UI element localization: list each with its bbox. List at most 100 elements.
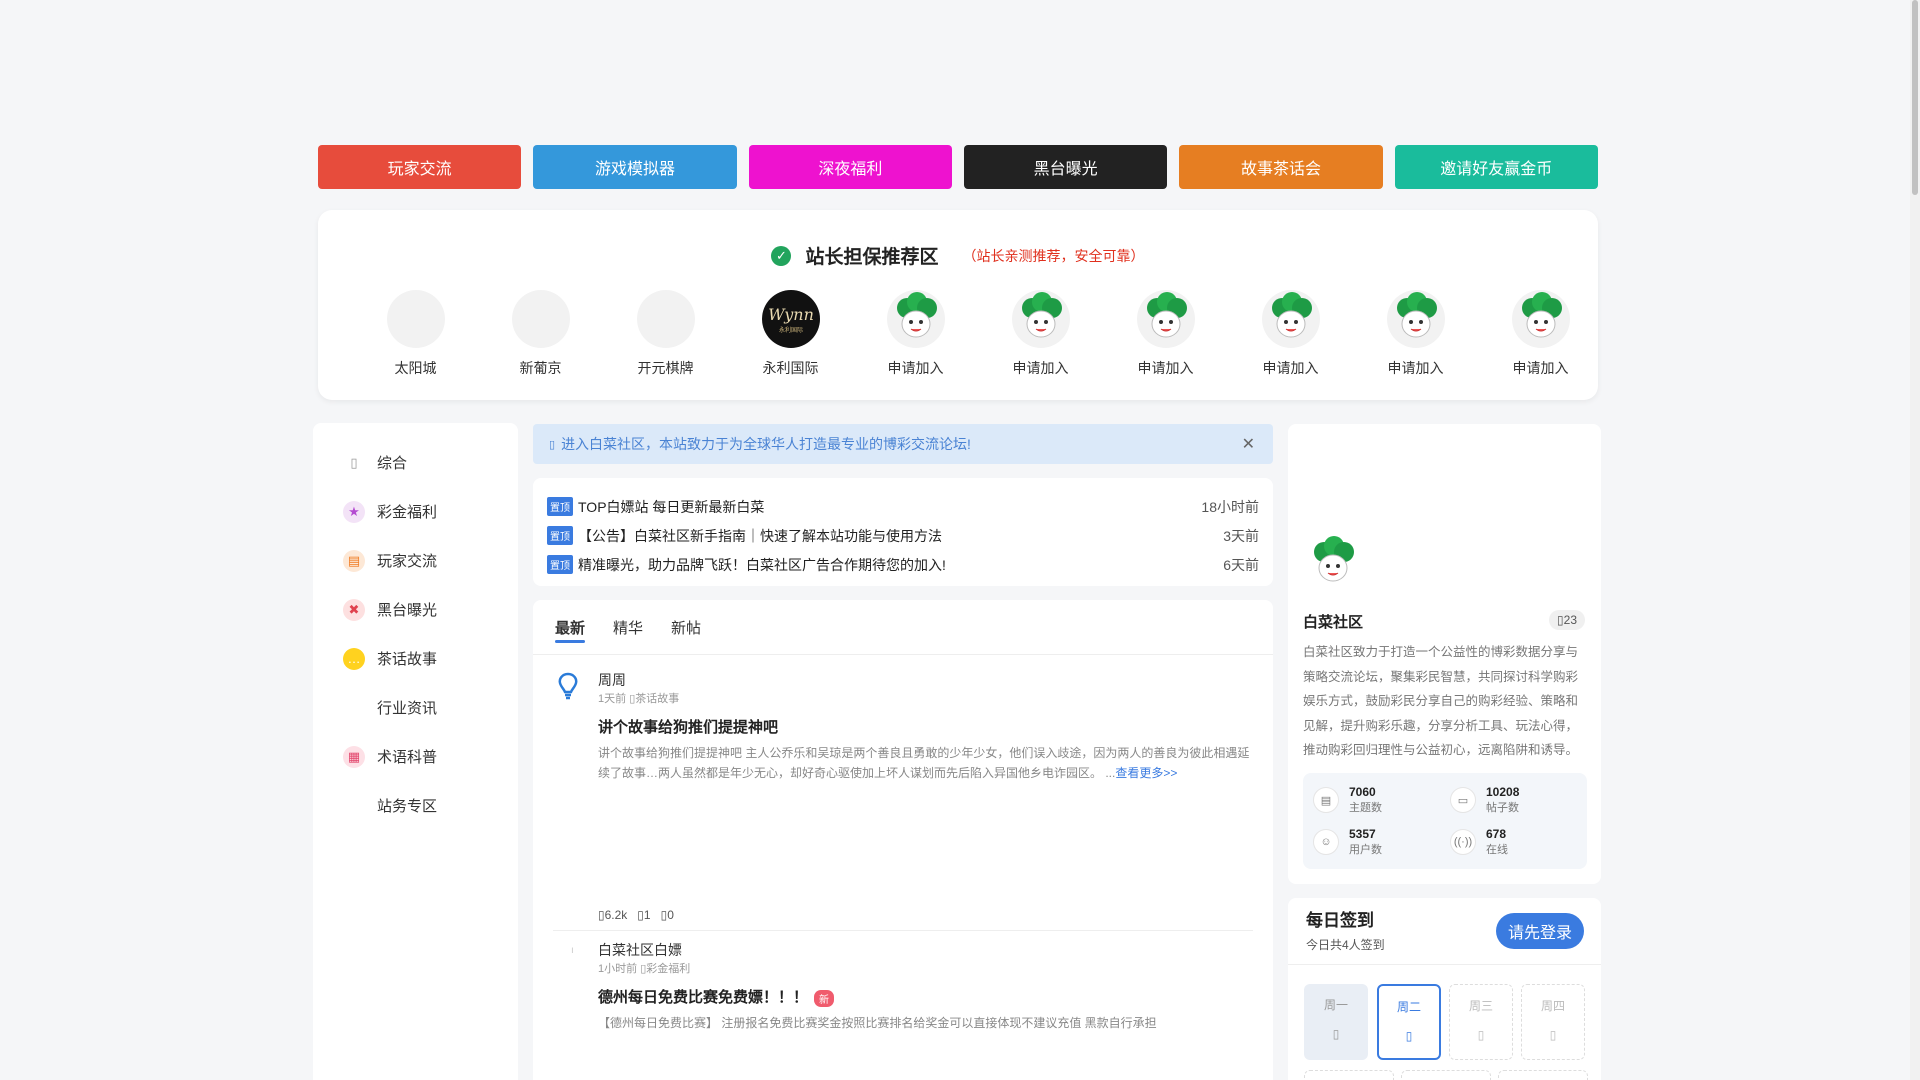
sidebar-item-glossary[interactable]: ▦ 术语科普 (313, 732, 518, 781)
document-icon: ▤ (1313, 787, 1339, 813)
announcement-text: 进入白菜社区，本站致力于为全球华人打造最专业的博彩交流论坛! (561, 436, 971, 452)
day-status-icon: ▯ (1405, 1029, 1413, 1043)
sidebar-item-site-affairs[interactable]: 站务专区 (313, 781, 518, 830)
top-category-nav: 玩家交流 游戏模拟器 深夜福利 黑台曝光 故事茶话会 邀请好友赢金币 (318, 145, 1598, 189)
partner-apply-item[interactable]: 申请加入 (1478, 290, 1603, 378)
signal-icon: ((·)) (1450, 829, 1476, 855)
post-title[interactable]: 讲个故事给狗推们提提神吧 (598, 716, 778, 737)
day-status-icon: ▯ (1549, 1028, 1557, 1042)
post-excerpt: 【德州每日免费比赛】 注册报名免费比赛奖金按照比赛排名给奖金可以直接体现不建议充… (598, 1016, 1157, 1030)
sidebar-item-label: 彩金福利 (377, 504, 438, 521)
likes-value: 0 (667, 908, 674, 922)
stat-online: ((·)) 678 在线 (1450, 825, 1580, 859)
replies-count: ▯1 (637, 908, 650, 922)
guarantee-header: ✓ 站长担保推荐区 （站长亲测推荐，安全可靠） (318, 242, 1598, 269)
partner-item[interactable]: Wynn 永利国际 永利国际 (728, 290, 853, 378)
replies-value: 1 (643, 908, 651, 922)
partner-apply-item[interactable]: 申请加入 (853, 290, 978, 378)
post-author[interactable]: 周周 (598, 670, 626, 690)
author-avatar[interactable]: ı (553, 940, 583, 970)
tab-featured[interactable]: 精华 (613, 617, 643, 638)
partner-apply-item[interactable]: 申请加入 (1228, 290, 1353, 378)
sidebar-item-tea-stories[interactable]: … 茶话故事 (313, 634, 518, 683)
nav-button-player-exchange[interactable]: 玩家交流 (318, 145, 522, 189)
daily-signin-card: 每日签到 今日共4人签到 请先登录 周一 ▯ 周二 ▯ 周三 ▯ 周四 ▯ (1288, 898, 1601, 1080)
sidebar-item-label: 站务专区 (377, 798, 438, 815)
star-icon: ★ (343, 500, 365, 523)
check-circle-icon: ✓ (771, 245, 792, 266)
community-stats: ▤ 7060 主题数 ▭ 10208 帖子数 ☺ 5357 用户数 ((·)) 678 在线 (1303, 773, 1587, 869)
post-title[interactable]: 德州每日免费比赛免费嫖！！！ 新 (598, 986, 835, 1007)
category-sidebar: ▯ 综合 ★ 彩金福利 ▤ 玩家交流 ✖ 黑台曝光 … 茶话故事 行业资讯 ▦ 术语科普 站… (313, 423, 518, 1080)
sidebar-item-bonus[interactable]: ★ 彩金福利 (313, 487, 518, 536)
post-item[interactable]: ı 白菜社区白嫖 1小时前 ▯彩金福利 德州每日免费比赛免费嫖！！！ 新 【德州每… (553, 940, 1253, 1060)
community-name: 白菜社区 (1303, 614, 1364, 631)
signin-day[interactable]: 周四 ▯ (1521, 984, 1585, 1060)
partner-logo (636, 290, 695, 348)
pinned-time: 6天前 (1223, 556, 1259, 573)
post-time: 1小时前 (598, 963, 638, 975)
sidebar-item-industry-news[interactable]: 行业资讯 (313, 683, 518, 732)
nav-button-story-tea-party[interactable]: 故事茶话会 (1179, 145, 1383, 189)
pinned-title[interactable]: 【公告】白菜社区新手指南｜快速了解本站功能与使用方法 (578, 526, 1223, 546)
eye-icon: ▯ (598, 908, 605, 922)
stat-label: 在线 (1486, 844, 1508, 856)
community-count-badge: ▯23 (1549, 610, 1585, 630)
post-author[interactable]: 白菜社区白嫖 (598, 940, 682, 960)
sidebar-item-all[interactable]: ▯ 综合 (313, 438, 518, 487)
signin-day[interactable]: 周一 ▯ (1304, 984, 1368, 1060)
partner-item[interactable]: 新葡京 (478, 290, 603, 378)
nav-button-late-night-benefits[interactable]: 深夜福利 (748, 145, 952, 189)
comment-icon: ▭ (1450, 787, 1476, 813)
post-excerpt: 讲个故事给狗推们提提神吧 主人公乔乐和吴琼是两个善良且勇敢的少年少女，他们误入歧… (598, 743, 1253, 783)
sidebar-item-label: 玩家交流 (377, 553, 438, 570)
stat-label: 主题数 (1349, 802, 1382, 814)
post-category[interactable]: 茶话故事 (635, 693, 679, 705)
tab-latest[interactable]: 最新 (555, 617, 586, 643)
tab-new-posts[interactable]: 新帖 (671, 617, 701, 638)
grid-icon: ▯ (350, 454, 358, 470)
pinned-row: 置顶 【公告】白菜社区新手指南｜快速了解本站功能与使用方法 3天前 (547, 521, 1259, 550)
likes-count: ▯0 (661, 908, 674, 922)
partner-item[interactable]: 开元棋牌 (603, 290, 728, 378)
sidebar-item-player-exchange[interactable]: ▤ 玩家交流 (313, 536, 518, 585)
page-scrollbar[interactable] (1910, 0, 1920, 1080)
guarantee-recommend-section: ✓ 站长担保推荐区 （站长亲测推荐，安全可靠） 太阳城 新葡京 开元棋牌 Wyn… (318, 210, 1598, 400)
author-avatar[interactable] (553, 670, 583, 700)
pinned-tag: 置顶 (547, 497, 573, 516)
signin-day-today[interactable]: 周二 ▯ (1377, 984, 1441, 1060)
read-more-link[interactable]: 查看更多>> (1115, 766, 1177, 780)
signin-day[interactable]: 周三 ▯ (1449, 984, 1513, 1060)
scrollbar-thumb[interactable] (1912, 0, 1918, 195)
pinned-row: 置顶 TOP白嫖站 每日更新最新白菜 18小时前 (547, 492, 1259, 521)
post-item[interactable]: 周周 1天前 ▯茶话故事 讲个故事给狗推们提提神吧 讲个故事给狗推们提提神吧 主… (553, 670, 1253, 922)
partner-apply-item[interactable]: 申请加入 (1103, 290, 1228, 378)
pinned-time: 3天前 (1223, 527, 1259, 544)
nav-button-game-simulator[interactable]: 游戏模拟器 (533, 145, 737, 189)
partner-name: 开元棋牌 (637, 360, 694, 376)
signin-day-next-row (1401, 1070, 1491, 1080)
partner-name: 申请加入 (1262, 360, 1319, 376)
partner-name: 申请加入 (1137, 360, 1194, 376)
partner-apply-item[interactable]: 申请加入 (1353, 290, 1478, 378)
svg-text:永利国际: 永利国际 (778, 326, 802, 334)
day-status-icon: ▯ (1332, 1027, 1340, 1041)
pinned-posts: 置顶 TOP白嫖站 每日更新最新白菜 18小时前 置顶 【公告】白菜社区新手指南｜快速… (533, 478, 1273, 586)
partner-list: 太阳城 新葡京 开元棋牌 Wynn 永利国际 永利国际 申请加入 申请加入 申请加… (353, 290, 1603, 378)
sidebar-item-blacklist[interactable]: ✖ 黑台曝光 (313, 585, 518, 634)
community-avatar (1304, 534, 1362, 592)
stat-value: 5357 (1349, 827, 1376, 841)
signin-day-next-row (1304, 1070, 1394, 1080)
cabbage-mascot-icon (1511, 290, 1570, 348)
views-count: ▯6.2k (598, 908, 627, 922)
close-icon[interactable]: ✕ (1242, 434, 1255, 454)
post-category[interactable]: 彩金福利 (646, 963, 690, 975)
login-button[interactable]: 请先登录 (1496, 913, 1584, 949)
pinned-title[interactable]: 精准曝光，助力品牌飞跃！白菜社区广告合作期待您的加入! (578, 555, 1223, 575)
pinned-title[interactable]: TOP白嫖站 每日更新最新白菜 (578, 497, 1201, 517)
partner-item[interactable]: 太阳城 (353, 290, 478, 378)
nav-button-blacklist-exposure[interactable]: 黑台曝光 (963, 145, 1168, 189)
partner-apply-item[interactable]: 申请加入 (978, 290, 1103, 378)
partner-name: 申请加入 (1512, 360, 1569, 376)
nav-button-invite-friends[interactable]: 邀请好友赢金币 (1394, 145, 1598, 189)
